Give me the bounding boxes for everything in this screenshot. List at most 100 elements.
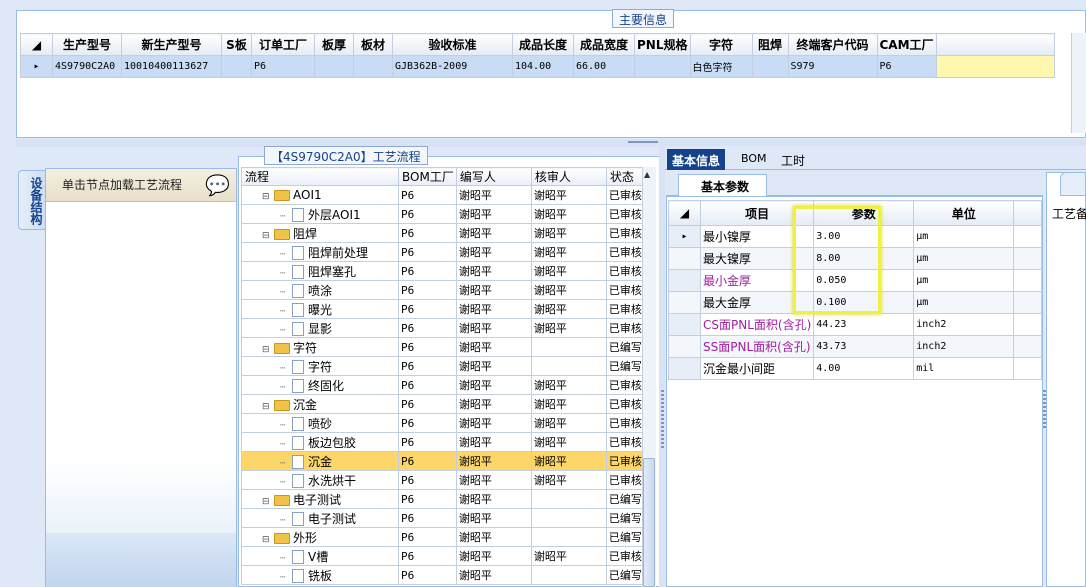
table-cell[interactable]: P6 xyxy=(876,55,937,78)
main-col-header[interactable]: 板厚 xyxy=(314,33,354,56)
main-col-header[interactable]: 订单工厂 xyxy=(251,33,315,56)
tree-col-header[interactable]: 核审人 xyxy=(530,167,607,186)
tree-node[interactable]: ┄ 曝光 xyxy=(241,299,399,319)
tree-row[interactable]: ┄ 外层AOI1 P6 谢昭平 谢昭平 已审核 xyxy=(241,204,647,224)
param-row[interactable]: 沉金最小间距 4.00 mil xyxy=(668,357,1043,380)
collapse-toggle-icon[interactable]: ⊟ xyxy=(262,535,274,545)
collapse-toggle-icon[interactable]: ⊟ xyxy=(262,402,274,412)
tree-row[interactable]: ⊟ 电子测试 P6 谢昭平 已编写 xyxy=(241,489,647,509)
tree-node[interactable]: ┄ 电子测试 xyxy=(241,508,399,528)
tree-node[interactable]: ┄ 阻焊塞孔 xyxy=(241,261,399,281)
tree-row[interactable]: ┄ 电子测试 P6 谢昭平 已编写 xyxy=(241,508,647,528)
tree-row[interactable]: ⊟ AOI1 P6 谢昭平 谢昭平 已审核 xyxy=(241,185,647,205)
param-col-header[interactable]: 单位 xyxy=(913,200,1015,226)
main-col-header[interactable]: 终端客户代码 xyxy=(787,33,878,56)
tree-col-header[interactable]: 流程 xyxy=(241,167,399,186)
top-scrollbar[interactable] xyxy=(1071,33,1086,133)
collapse-toggle-icon[interactable]: ⊟ xyxy=(262,231,274,241)
main-col-header[interactable]: 阻焊 xyxy=(751,33,789,56)
main-col-header[interactable]: PNL规格 xyxy=(634,33,691,56)
table-cell[interactable]: P6 xyxy=(251,55,315,78)
table-cell[interactable]: S979 xyxy=(787,55,878,78)
tree-node[interactable]: ┄ 铣板 xyxy=(241,565,399,585)
process-flow-scroll-thumb[interactable] xyxy=(643,458,655,587)
tree-node[interactable]: ┄ 板边包胶 xyxy=(241,432,399,452)
table-row[interactable]: ▸ 4S9790C2A0 10010400113627 P6 GJB362B-2009 1… xyxy=(20,55,1055,78)
tree-node[interactable]: ┄ 水洗烘干 xyxy=(241,470,399,490)
tab-device-structure[interactable]: 设备结构 xyxy=(18,170,45,230)
param-value[interactable]: 44.23 xyxy=(813,313,915,336)
table-cell[interactable]: 4S9790C2A0 xyxy=(52,55,122,78)
tree-col-header[interactable]: 状态 xyxy=(605,167,647,186)
collapse-toggle-icon[interactable]: ⊟ xyxy=(262,345,274,355)
param-value[interactable]: 4.00 xyxy=(813,357,915,380)
tree-row[interactable]: ┄ 阻焊塞孔 P6 谢昭平 谢昭平 已审核 xyxy=(241,261,647,281)
tree-row[interactable]: ┄ 字符 P6 谢昭平 已编写 xyxy=(241,356,647,376)
tree-node[interactable]: ⊟ 电子测试 xyxy=(241,489,399,509)
table-cell[interactable]: 10010400113627 xyxy=(121,55,222,78)
tree-row[interactable]: ┄ 喷涂 P6 谢昭平 谢昭平 已审核 xyxy=(241,280,647,300)
main-col-header[interactable]: 新生产型号 xyxy=(121,33,222,56)
tree-row[interactable]: ┄ 终固化 P6 谢昭平 谢昭平 已审核 xyxy=(241,375,647,395)
tree-col-header[interactable]: 编写人 xyxy=(455,167,532,186)
tree-row[interactable]: ┄ 曝光 P6 谢昭平 谢昭平 已审核 xyxy=(241,299,647,319)
main-col-header[interactable]: S板 xyxy=(221,33,252,56)
tree-node[interactable]: ⊟ 阻焊 xyxy=(241,223,399,243)
tree-col-header[interactable]: BOM工厂 xyxy=(398,167,457,186)
tree-node[interactable]: ⊟ 字符 xyxy=(241,337,399,357)
tree-node[interactable]: ┄ V槽 xyxy=(241,546,399,566)
param-value[interactable]: 43.73 xyxy=(813,335,915,358)
tree-node[interactable]: ⊟ AOI1 xyxy=(241,185,399,205)
tree-row[interactable]: ┄ V槽 P6 谢昭平 谢昭平 已审核 xyxy=(241,546,647,566)
tree-node[interactable]: ┄ 喷砂 xyxy=(241,413,399,433)
main-col-header[interactable]: 验收标准 xyxy=(392,33,513,56)
main-col-header[interactable]: 板材 xyxy=(353,33,393,56)
tree-row[interactable]: ┄ 板边包胶 P6 谢昭平 谢昭平 已审核 xyxy=(241,432,647,452)
table-cell[interactable] xyxy=(634,55,691,78)
tab-basic-info[interactable]: 基本信息 xyxy=(667,149,726,170)
table-cell[interactable] xyxy=(353,55,393,78)
process-notes-tab[interactable] xyxy=(1060,172,1086,196)
main-col-header[interactable]: 成品长度 xyxy=(512,33,574,56)
tree-node[interactable]: ┄ 终固化 xyxy=(241,375,399,395)
tree-cell-bom: P6 xyxy=(398,489,457,509)
param-row[interactable]: CS面PNL面积(含孔) 44.23 inch2 xyxy=(668,313,1043,336)
tree-node[interactable]: ┄ 喷涂 xyxy=(241,280,399,300)
collapse-toggle-icon[interactable]: ⊟ xyxy=(262,497,274,507)
tab-bom[interactable]: BOM xyxy=(736,149,772,170)
tree-row[interactable]: ┄ 沉金 P6 谢昭平 谢昭平 已审核 xyxy=(241,451,647,471)
tree-node[interactable]: ┄ 字符 xyxy=(241,356,399,376)
tree-row[interactable]: ⊟ 阻焊 P6 谢昭平 谢昭平 已审核 xyxy=(241,223,647,243)
main-col-header[interactable]: 字符 xyxy=(689,33,753,56)
tree-row[interactable]: ┄ 喷砂 P6 谢昭平 谢昭平 已审核 xyxy=(241,413,647,433)
tree-node[interactable]: ┄ 阻焊前处理 xyxy=(241,242,399,262)
main-col-header[interactable]: 成品宽度 xyxy=(573,33,635,56)
tree-node[interactable]: ┄ 沉金 xyxy=(241,451,399,471)
main-col-header[interactable]: 生产型号 xyxy=(52,33,122,56)
tree-row[interactable]: ┄ 显影 P6 谢昭平 谢昭平 已审核 xyxy=(241,318,647,338)
param-row[interactable]: SS面PNL面积(含孔) 43.73 inch2 xyxy=(668,335,1043,358)
table-cell[interactable] xyxy=(314,55,354,78)
table-cell[interactable] xyxy=(221,55,252,78)
tree-node[interactable]: ┄ 显影 xyxy=(241,318,399,338)
tree-row[interactable]: ⊟ 外形 P6 谢昭平 已编写 xyxy=(241,527,647,547)
tree-node[interactable]: ┄ 外层AOI1 xyxy=(241,204,399,224)
subtab-basic-params[interactable]: 基本参数 xyxy=(678,174,767,196)
main-col-header[interactable]: CAM工厂 xyxy=(876,33,937,56)
tree-row[interactable]: ┄ 铣板 P6 谢昭平 已编写 xyxy=(241,565,647,585)
table-cell[interactable]: 白色字符 xyxy=(689,55,753,78)
tree-row[interactable]: ⊟ 沉金 P6 谢昭平 谢昭平 已审核 xyxy=(241,394,647,414)
vertical-splitter[interactable] xyxy=(659,146,665,587)
scroll-up-arrow-icon[interactable]: ▲ xyxy=(644,170,650,179)
tree-row[interactable]: ┄ 阻焊前处理 P6 谢昭平 谢昭平 已审核 xyxy=(241,242,647,262)
table-cell[interactable]: 66.00 xyxy=(573,55,635,78)
table-cell[interactable]: GJB362B-2009 xyxy=(392,55,513,78)
tree-row[interactable]: ┄ 水洗烘干 P6 谢昭平 谢昭平 已审核 xyxy=(241,470,647,490)
table-cell[interactable]: 104.00 xyxy=(512,55,574,78)
tree-row[interactable]: ⊟ 字符 P6 谢昭平 已编写 xyxy=(241,337,647,357)
collapse-toggle-icon[interactable]: ⊟ xyxy=(262,192,274,202)
tab-work-hours[interactable]: 工时 xyxy=(776,149,810,170)
table-cell[interactable] xyxy=(751,55,789,78)
tree-node[interactable]: ⊟ 外形 xyxy=(241,527,399,547)
tree-node[interactable]: ⊟ 沉金 xyxy=(241,394,399,414)
